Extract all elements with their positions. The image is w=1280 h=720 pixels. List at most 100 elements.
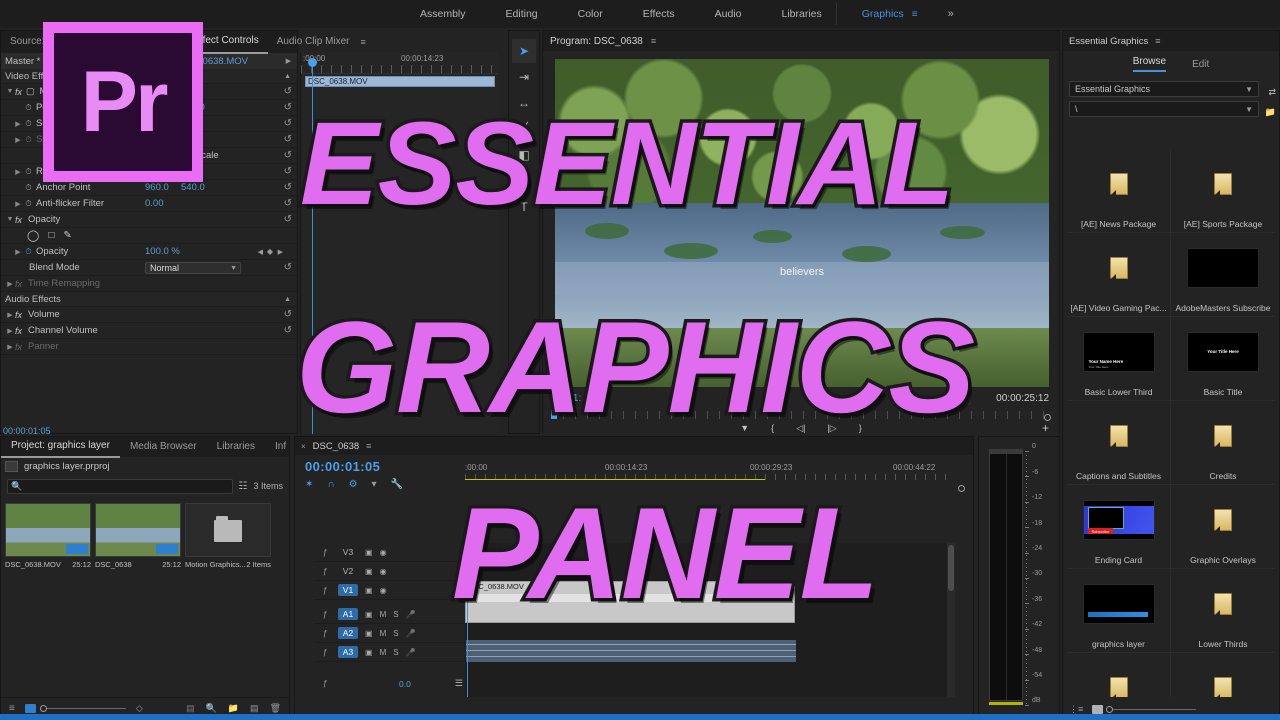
workspace-tab-assembly[interactable]: Assembly	[400, 0, 486, 28]
reset-icon-opacity-group[interactable]: ↺	[284, 214, 292, 225]
microphone-icon[interactable]: 🎤	[406, 648, 416, 657]
scale-width-disclosure-icon[interactable]: ▶	[13, 136, 23, 144]
master-track-row[interactable]: ƒ 0.0 ☰	[315, 678, 463, 689]
mute-button-a2[interactable]: M	[380, 629, 387, 638]
timeline-track-header-a1[interactable]: ƒ A1 ▣ M S 🎤	[315, 605, 465, 624]
essential-graphics-item[interactable]: Captions and Subtitles	[1067, 401, 1171, 485]
stopwatch-icon-opacity[interactable]: ⏱	[23, 247, 34, 257]
program-zoom-handle[interactable]	[1044, 414, 1051, 421]
reset-icon-anchor-point[interactable]: ↺	[284, 182, 292, 193]
reset-icon-motion[interactable]: ↺	[284, 86, 292, 97]
stopwatch-icon-position[interactable]: ⏱	[23, 103, 34, 113]
snap-toggle-icon[interactable]: ✶	[305, 479, 313, 490]
timeline-menu-icon[interactable]: ≡	[366, 441, 371, 451]
project-filter-icon[interactable]: ☷	[239, 481, 248, 492]
essential-graphics-item[interactable]: [AE] Sports Package	[1171, 149, 1275, 233]
list-view-icon-eg[interactable]: ⋮≡	[1069, 704, 1083, 715]
master-meter-icon[interactable]: ☰	[455, 678, 463, 689]
track-name-a2[interactable]: A2	[338, 627, 358, 639]
new-bin-icon[interactable]: 📁	[228, 703, 239, 714]
video-effects-collapse-icon[interactable]: ▲	[284, 73, 291, 80]
effect-controls-tab[interactable]: Audio Clip Mixer	[268, 31, 359, 53]
effect-row-panner[interactable]: ▶ fx Panner	[1, 339, 297, 355]
opacity-value-disclosure-icon[interactable]: ▶	[13, 248, 23, 256]
eye-icon[interactable]: ◉	[380, 548, 387, 557]
essential-graphics-tab-edit[interactable]: Edit	[1192, 59, 1209, 70]
essential-graphics-item[interactable]: Lower Thirds	[1171, 569, 1275, 653]
path-select[interactable]: \ ▼	[1069, 101, 1259, 117]
add-keyframe-icon[interactable]: ◆	[267, 247, 273, 256]
stopwatch-icon-rotation[interactable]: ⏱	[23, 167, 34, 177]
reset-icon-blend-mode[interactable]: ↺	[284, 262, 292, 273]
project-item[interactable]: DSC_0638 25:12	[95, 503, 181, 569]
effect-row-time-remapping[interactable]: ▶ fx Time Remapping	[1, 276, 297, 292]
reset-icon-scale[interactable]: ↺	[284, 118, 292, 129]
solo-button-a3[interactable]: S	[393, 648, 398, 657]
library-select[interactable]: Essential Graphics ▼	[1069, 81, 1259, 97]
workspace-menu-icon[interactable]: ≡	[912, 9, 918, 20]
essential-graphics-item[interactable]: Slates	[1067, 653, 1171, 697]
microphone-icon[interactable]: 🎤	[406, 610, 416, 619]
essential-graphics-item[interactable]: Social Media	[1171, 653, 1275, 697]
timeline-track-header-v3[interactable]: ƒ V3 ▣ ◉	[315, 543, 465, 562]
essential-graphics-menu-icon[interactable]: ≡	[1155, 36, 1160, 46]
program-monitor-title[interactable]: Program: DSC_0638	[550, 36, 643, 47]
property-value-opacity[interactable]: 100.0 %	[145, 246, 180, 257]
lock-icon[interactable]: ƒ	[323, 629, 331, 638]
audio-effects-collapse-icon[interactable]: ▲	[284, 296, 291, 303]
essential-graphics-item[interactable]: AdobeMasters Subscribe	[1171, 233, 1275, 317]
opacity-disclosure-icon[interactable]: ▼	[5, 216, 15, 223]
stopwatch-icon-scale-width[interactable]: ⏱	[23, 135, 34, 145]
keyframe-next-icon[interactable]: ▶	[278, 248, 283, 256]
reset-icon-rotation[interactable]: ↺	[284, 166, 292, 177]
project-item[interactable]: DSC_0638.MOV 25:12	[5, 503, 91, 569]
reset-icon-volume[interactable]: ↺	[284, 309, 292, 320]
essential-graphics-item[interactable]: Credits	[1171, 401, 1275, 485]
reset-icon-anti-flicker[interactable]: ↺	[284, 198, 292, 209]
track-select-forward-tool[interactable]: ⇥	[512, 65, 536, 89]
microphone-icon[interactable]: 🎤	[406, 629, 416, 638]
reset-icon-scale-width[interactable]: ↺	[284, 134, 292, 145]
reset-icon-channel-volume[interactable]: ↺	[284, 325, 292, 336]
channel-volume-disclosure-icon[interactable]: ▶	[5, 327, 15, 335]
effect-controls-menu-icon[interactable]: ≡	[361, 37, 366, 47]
sync-lock-icon[interactable]: ▣	[365, 629, 373, 638]
essential-graphics-item[interactable]: graphics layer	[1067, 569, 1171, 653]
mute-button-a1[interactable]: M	[380, 610, 387, 619]
lock-icon[interactable]: ƒ	[323, 610, 331, 619]
property-row-opacity[interactable]: ▶ ⏱ Opacity 100.0 % ◀ ◆ ▶	[1, 244, 297, 260]
workspace-tab-editing[interactable]: Editing	[486, 0, 558, 28]
selection-tool[interactable]: ➤	[512, 39, 536, 63]
property-value-anchor-y[interactable]: 540.0	[181, 182, 205, 193]
workspace-overflow-icon[interactable]: »	[948, 8, 954, 20]
master-expand-icon[interactable]: ▶	[286, 57, 291, 65]
program-duration[interactable]: 00:00:25:12	[996, 393, 1049, 404]
master-volume-value[interactable]: 0.0	[399, 679, 411, 689]
sync-lock-icon[interactable]: ▣	[365, 548, 373, 557]
thumbnail-size-slider[interactable]	[1106, 705, 1197, 713]
sync-lock-icon[interactable]: ▣	[365, 567, 373, 576]
timeline-track-header-a3[interactable]: ƒ A3 ▣ M S 🎤	[315, 643, 465, 662]
timeline-track-header-v1[interactable]: ƒ V1 ▣ ◉	[315, 581, 465, 600]
program-monitor-menu-icon[interactable]: ≡	[651, 36, 656, 46]
scale-disclosure-icon[interactable]: ▶	[13, 120, 23, 128]
project-item[interactable]: Motion Graphics... 2 Items	[185, 503, 271, 569]
project-tab[interactable]: Project: graphics layer	[1, 436, 120, 458]
lock-icon[interactable]: ƒ	[323, 586, 331, 595]
essential-graphics-item[interactable]: [AE] News Package	[1067, 149, 1171, 233]
property-row-anchor-point[interactable]: ⏱ Anchor Point 960.0 540.0 ↺	[1, 180, 297, 196]
timeline-tab-label[interactable]: DSC_0638	[313, 441, 359, 452]
linked-selection-icon[interactable]: ⚙	[349, 479, 358, 490]
magnet-icon[interactable]: ∩	[327, 479, 334, 490]
list-view-icon[interactable]: ≡	[9, 703, 15, 714]
essential-graphics-item[interactable]: Graphic Overlays	[1171, 485, 1275, 569]
rectangle-mask-icon[interactable]: □	[48, 230, 54, 241]
eye-icon[interactable]: ◉	[380, 567, 387, 576]
effect-row-channel-volume[interactable]: ▶ fx Channel Volume ↺	[1, 323, 297, 339]
solo-button-a1[interactable]: S	[393, 610, 398, 619]
sync-lock-icon[interactable]: ▣	[365, 610, 373, 619]
property-row-blend-mode[interactable]: Blend Mode Normal ▼ ↺	[1, 260, 297, 276]
grid-view-icon-eg[interactable]	[1092, 704, 1104, 714]
mini-timeline-ruler[interactable]: :00:00 00:00:14:23	[301, 52, 498, 74]
thumbnail-size-knob[interactable]	[1106, 705, 1114, 713]
